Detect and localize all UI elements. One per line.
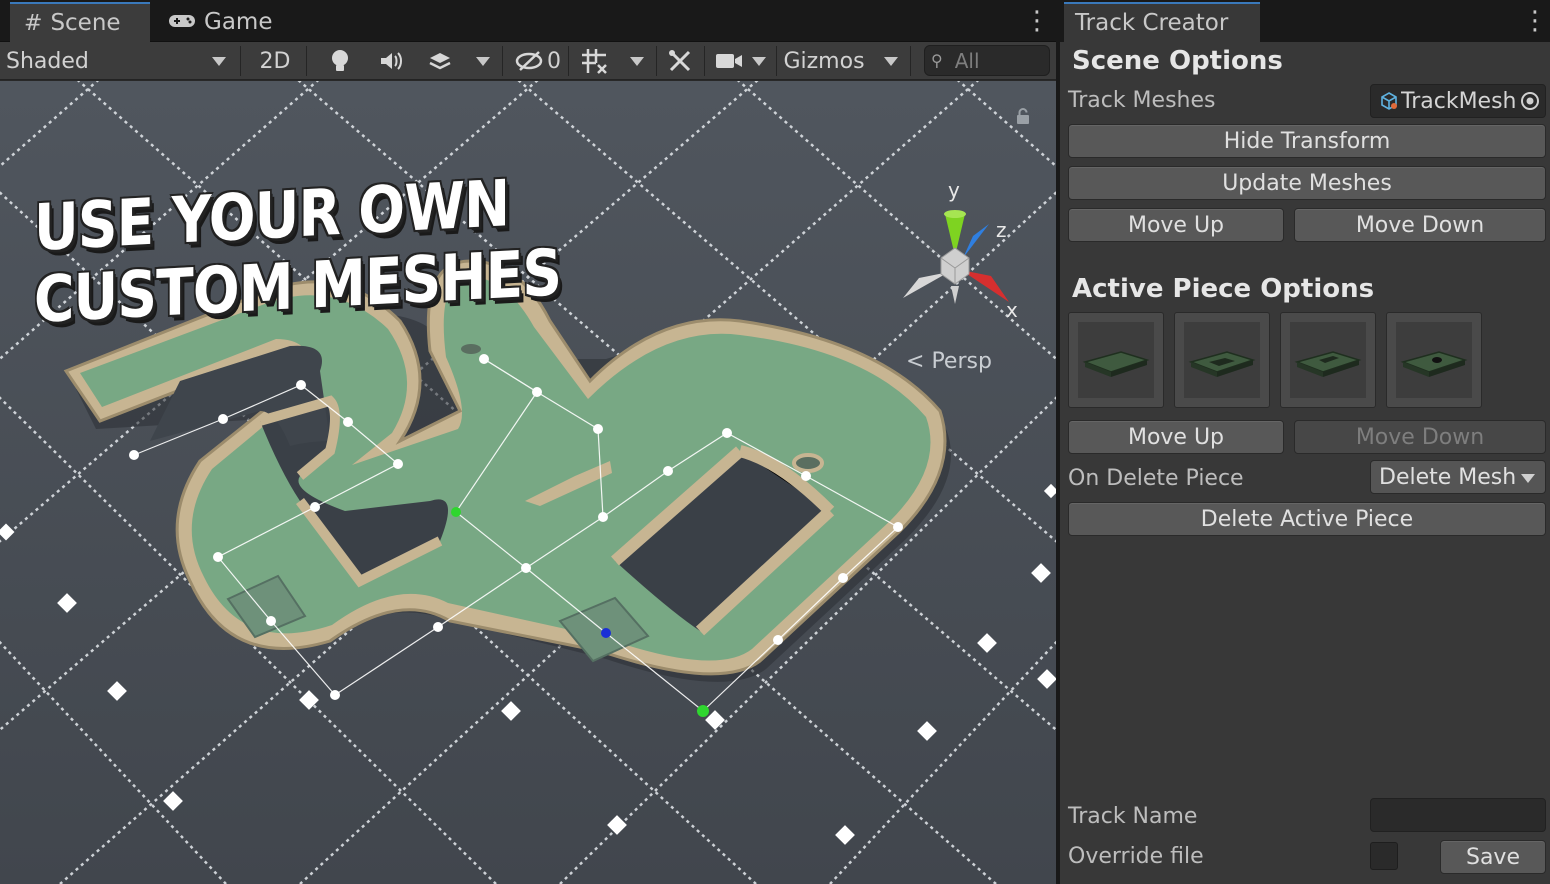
hide-transform-button[interactable]: Hide Transform	[1068, 124, 1546, 158]
delete-active-piece-label: Delete Active Piece	[1200, 506, 1414, 532]
grid-snap-toggle-icon[interactable]	[574, 42, 614, 80]
scene-toolbar: Shaded 2D 0 Gizmos	[0, 42, 1056, 80]
track-name-input[interactable]	[1370, 798, 1546, 832]
track-name-label: Track Name	[1068, 804, 1198, 829]
track-meshes-label: Track Meshes	[1068, 88, 1216, 113]
scene-tab-bar: # Scene Game ⋮	[0, 0, 1056, 42]
track-piece-straight-icon	[1082, 351, 1150, 377]
track-piece-hole-b-icon	[1294, 351, 1362, 377]
shading-mode-dropdown[interactable]: Shaded	[0, 42, 238, 80]
projection-label: Persp	[931, 349, 992, 374]
scene-move-down-label: Move Down	[1355, 212, 1485, 238]
piece-move-up-button[interactable]: Move Up	[1068, 420, 1284, 454]
toolbar-divider	[502, 46, 503, 76]
chevron-down-icon	[1521, 474, 1535, 483]
override-file-checkbox[interactable]	[1370, 842, 1398, 870]
scene-move-up-button[interactable]: Move Up	[1068, 208, 1284, 242]
toolbar-divider	[656, 46, 657, 76]
track-meshes-value: TrackMeshes	[1401, 88, 1521, 114]
search-icon: ⚲	[931, 51, 943, 70]
toolbar-divider	[306, 46, 307, 76]
mesh-thumbnail-hole-b[interactable]	[1280, 312, 1376, 408]
piece-move-up-label: Move Up	[1127, 424, 1225, 450]
toolbar-divider	[704, 46, 705, 76]
projection-toggle[interactable]: < Persp	[906, 349, 992, 374]
toolbar-divider	[910, 46, 911, 76]
track-creator-tab-label: Track Creator	[1075, 10, 1229, 36]
promo-headline: USE YOUR OWN CUSTOM MESHES	[34, 165, 561, 338]
hidden-objects-count: 0	[547, 48, 561, 74]
track-creator-panel: Track Creator ⋮ Scene Options Track Mesh…	[1060, 0, 1550, 884]
tools-toggle-icon[interactable]	[662, 42, 698, 80]
gizmos-label: Gizmos	[783, 48, 865, 74]
scene-viewport[interactable]: y z x USE YOUR OWN CUSTOM MESHES < Persp	[0, 81, 1056, 884]
scene-search-placeholder: All	[954, 48, 980, 73]
tab-track-creator[interactable]: Track Creator	[1064, 2, 1260, 42]
axis-z-label: z	[996, 218, 1007, 242]
camera-settings-icon[interactable]	[712, 42, 746, 80]
track-piece-cup-icon	[1400, 351, 1468, 377]
hide-transform-label: Hide Transform	[1223, 128, 1391, 154]
inspector-more-menu-icon[interactable]: ⋮	[1522, 4, 1548, 38]
grid-dropdown-chevron-icon[interactable]	[622, 42, 652, 80]
save-label: Save	[1465, 844, 1520, 870]
object-picker-icon[interactable]	[1515, 85, 1545, 117]
update-meshes-label: Update Meshes	[1222, 170, 1392, 196]
track-meshes-object-field[interactable]: TrackMeshes	[1370, 84, 1546, 118]
override-file-label: Override file	[1068, 844, 1204, 869]
gizmos-dropdown-chevron-icon[interactable]	[876, 42, 906, 80]
tab-scene[interactable]: # Scene	[10, 2, 150, 42]
active-piece-options-header: Active Piece Options	[1072, 274, 1375, 304]
update-meshes-button[interactable]: Update Meshes	[1068, 166, 1546, 200]
tab-scene-label: Scene	[50, 10, 121, 36]
on-delete-piece-label: On Delete Piece	[1068, 466, 1244, 491]
scene-options-header: Scene Options	[1072, 46, 1283, 76]
tab-game[interactable]: Game	[154, 2, 294, 42]
scene-search-input[interactable]: ⚲ All	[924, 45, 1050, 76]
delete-active-piece-button[interactable]: Delete Active Piece	[1068, 502, 1546, 536]
mesh-thumbnail-straight[interactable]	[1068, 312, 1164, 408]
arrow-left-icon: <	[906, 349, 925, 374]
scene-window: # Scene Game ⋮ Shaded 2D 0 Gizmos ⚲ All …	[0, 0, 1056, 884]
gizmos-button[interactable]: Gizmos	[780, 42, 868, 80]
camera-dropdown-chevron-icon[interactable]	[746, 42, 772, 80]
piece-move-down-button[interactable]: Move Down	[1294, 420, 1546, 454]
effects-toggle-icon[interactable]	[420, 42, 460, 80]
toolbar-divider	[240, 46, 241, 76]
eye-slash-icon	[515, 51, 543, 71]
toggle-2d-button[interactable]: 2D	[250, 42, 300, 80]
axis-y-label: y	[948, 178, 960, 202]
lock-icon[interactable]	[1016, 108, 1030, 124]
hidden-objects-toggle[interactable]: 0	[510, 42, 566, 80]
shading-mode-label: Shaded	[6, 48, 89, 74]
chevron-down-icon	[212, 57, 226, 66]
inspector-tab-bar: Track Creator ⋮	[1060, 0, 1550, 42]
scene-move-up-label: Move Up	[1127, 212, 1225, 238]
mesh-thumbnail-cup[interactable]	[1386, 312, 1482, 408]
grid-hash-icon: #	[24, 10, 43, 36]
audio-toggle-icon[interactable]	[370, 42, 414, 80]
scene-more-menu-icon[interactable]: ⋮	[1024, 4, 1050, 38]
toolbar-divider	[776, 46, 777, 76]
axis-x-label: x	[1006, 298, 1018, 322]
effects-dropdown-chevron-icon[interactable]	[468, 42, 498, 80]
toolbar-divider	[568, 46, 569, 76]
prefab-cube-icon	[1381, 92, 1397, 110]
mesh-thumbnail-hole-a[interactable]	[1174, 312, 1270, 408]
scene-move-down-button[interactable]: Move Down	[1294, 208, 1546, 242]
on-delete-piece-value: Delete Mesh	[1379, 464, 1517, 490]
gamepad-icon	[168, 10, 196, 35]
piece-move-down-label: Move Down	[1355, 424, 1485, 450]
lighting-toggle-icon[interactable]	[318, 42, 362, 80]
tab-game-label: Game	[204, 9, 273, 35]
track-piece-hole-a-icon	[1188, 351, 1256, 377]
toggle-2d-label: 2D	[259, 48, 291, 74]
on-delete-piece-dropdown[interactable]: Delete Mesh	[1370, 460, 1546, 494]
save-button[interactable]: Save	[1440, 840, 1546, 874]
